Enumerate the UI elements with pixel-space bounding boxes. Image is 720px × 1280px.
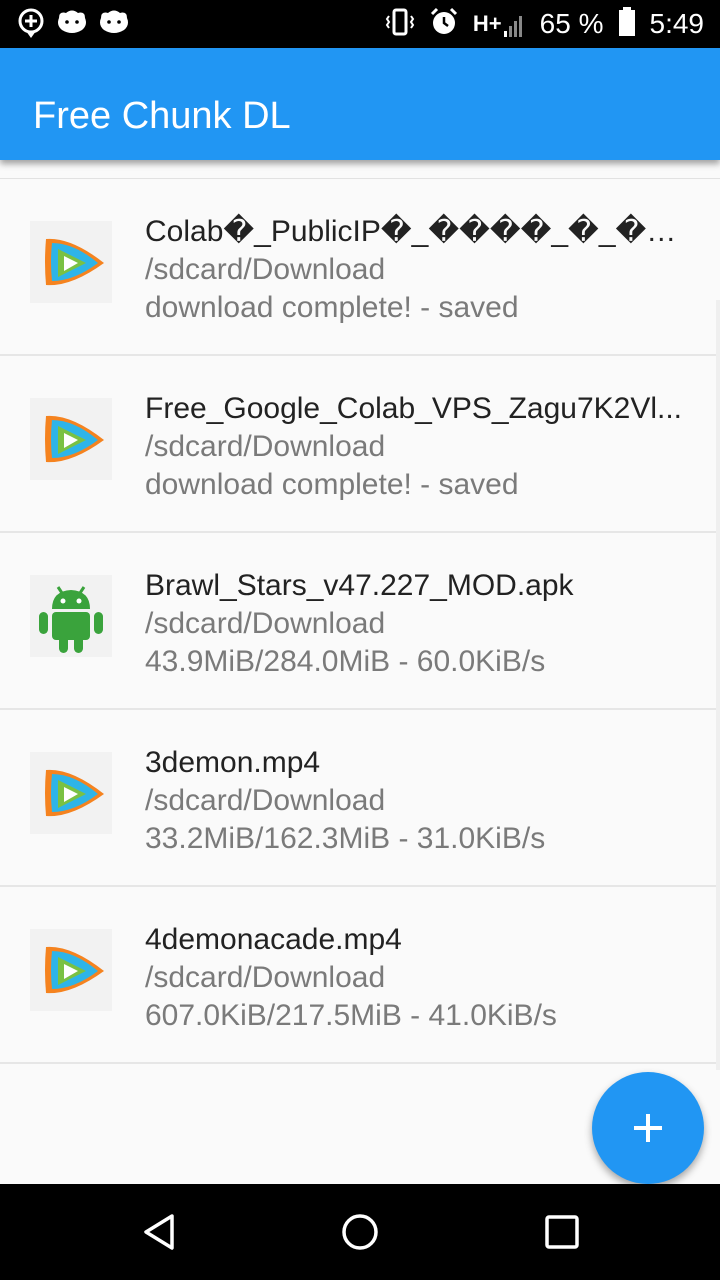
list-item[interactable]: Colab�_PublicIP�_����_�_���_��_��_�... /… — [0, 179, 720, 356]
status-bar: H+ 65 % 5:49 — [0, 0, 720, 48]
item-text: Free_Google_Colab_VPS_Zagu7K2Vl... /sdca… — [145, 390, 690, 504]
download-status: download complete! - saved — [145, 468, 519, 501]
list-item[interactable]: Brawl_Stars_v47.227_MOD.apk /sdcard/Down… — [0, 533, 720, 710]
download-status: 607.0KiB/217.5MiB - 41.0KiB/s — [145, 999, 557, 1032]
list-item[interactable]: 4demonacade.mp4 /sdcard/Download 607.0Ki… — [0, 887, 720, 1064]
download-status: 43.9MiB/284.0MiB - 60.0KiB/s — [145, 645, 546, 678]
video-player-icon — [30, 221, 112, 303]
navigation-bar — [0, 1184, 720, 1280]
app-title: Free Chunk DL — [33, 95, 291, 137]
app-bar: Free Chunk DL — [0, 48, 720, 160]
file-name: Free_Google_Colab_VPS_Zagu7K2Vl... — [145, 392, 683, 425]
recents-button[interactable] — [542, 1212, 582, 1252]
signal-bars-icon — [503, 16, 522, 37]
file-name: Colab�_PublicIP�_����_�_���_��_��_�... — [145, 215, 690, 248]
plus-icon — [634, 1114, 662, 1142]
cat-face-icon — [98, 8, 130, 45]
video-player-icon — [30, 752, 112, 834]
h-plus-signal-icon: H+ — [473, 11, 526, 37]
file-path: /sdcard/Download — [145, 607, 386, 640]
scrollbar-track[interactable] — [716, 300, 720, 1070]
file-name: 4demonacade.mp4 — [145, 923, 402, 956]
battery-icon — [618, 6, 636, 42]
android-icon — [30, 575, 112, 657]
home-icon — [342, 1214, 378, 1250]
file-path: /sdcard/Download — [145, 430, 386, 463]
download-status: 33.2MiB/162.3MiB - 31.0KiB/s — [145, 822, 546, 855]
file-path: /sdcard/Download — [145, 784, 386, 817]
add-download-button[interactable] — [592, 1072, 704, 1184]
network-type-label: H+ — [472, 11, 502, 36]
clock: 5:49 — [649, 8, 705, 39]
status-bar-system: H+ 65 % 5:49 — [385, 4, 704, 44]
item-text: 4demonacade.mp4 /sdcard/Download 607.0Ki… — [145, 921, 690, 1035]
cat-face-icon — [56, 8, 88, 45]
download-list[interactable]: Colab�_PublicIP�_����_�_���_��_��_�... /… — [0, 178, 720, 1064]
status-bar-notifications — [16, 8, 130, 45]
home-button[interactable] — [340, 1212, 380, 1252]
vibrate-icon — [385, 7, 415, 42]
download-status: download complete! - saved — [145, 291, 519, 324]
video-player-icon — [30, 398, 112, 480]
item-text: Colab�_PublicIP�_����_�_���_��_��_�... /… — [145, 213, 690, 327]
video-player-icon — [30, 929, 112, 1011]
recents-icon — [545, 1215, 579, 1249]
list-item[interactable]: Free_Google_Colab_VPS_Zagu7K2Vl... /sdca… — [0, 356, 720, 533]
back-icon — [144, 1214, 174, 1250]
file-path: /sdcard/Download — [145, 253, 386, 286]
file-name: Brawl_Stars_v47.227_MOD.apk — [145, 569, 574, 602]
add-location-icon — [16, 8, 46, 45]
file-path: /sdcard/Download — [145, 961, 386, 994]
back-button[interactable] — [140, 1212, 180, 1252]
file-name: 3demon.mp4 — [145, 746, 321, 779]
list-item[interactable]: 3demon.mp4 /sdcard/Download 33.2MiB/162.… — [0, 710, 720, 887]
alarm-icon — [429, 7, 459, 42]
item-text: Brawl_Stars_v47.227_MOD.apk /sdcard/Down… — [145, 567, 690, 681]
item-text: 3demon.mp4 /sdcard/Download 33.2MiB/162.… — [145, 744, 690, 858]
battery-percent: 65 % — [539, 8, 604, 39]
